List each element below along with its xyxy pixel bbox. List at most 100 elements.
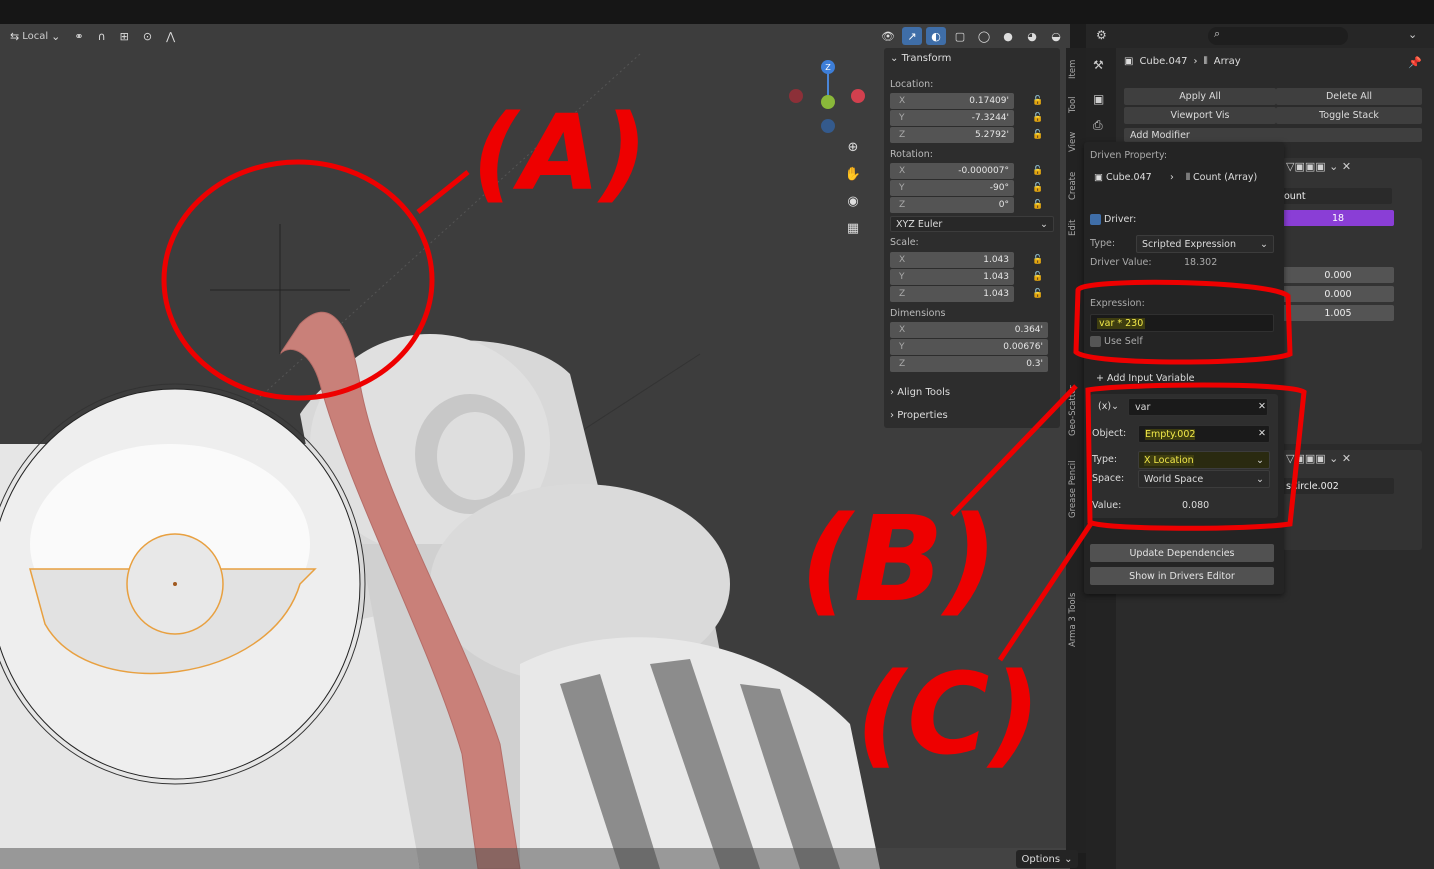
lock-icon[interactable]: 🔓 — [1032, 289, 1043, 299]
scale-z-field[interactable]: Z 1.043 — [890, 286, 1014, 302]
scale-label: Scale: — [890, 237, 919, 248]
lock-icon[interactable]: 🔓 — [1032, 130, 1043, 140]
tool-icon[interactable]: ⚒ — [1093, 58, 1104, 72]
location-y-field[interactable]: Y -7.3244' — [890, 110, 1014, 126]
rotation-mode-select[interactable]: XYZ Euler ⌄ — [890, 216, 1054, 232]
rotation-y-field[interactable]: Y -90° — [890, 180, 1014, 196]
use-self-label: Use Self — [1104, 336, 1143, 347]
tab-view[interactable]: View — [1068, 128, 1084, 156]
close-icon[interactable]: ✕ — [1258, 428, 1266, 439]
object-icon: ▣ — [1124, 56, 1134, 67]
rotation-z-field[interactable]: Z 0° — [890, 197, 1014, 213]
var-type-value: X Location — [1144, 454, 1194, 466]
rendered-shading-icon[interactable]: ◒ — [1046, 27, 1066, 45]
variable-type-dropdown[interactable]: (x)⌄ — [1098, 401, 1119, 412]
lock-icon[interactable]: 🔓 — [1032, 183, 1043, 193]
scale-x-field[interactable]: X 1.043 — [890, 252, 1014, 268]
chevron-down-icon: ⌄ — [1256, 473, 1264, 485]
count-field[interactable]: 18 — [1282, 210, 1394, 226]
perspective-grid-icon[interactable]: ▦ — [842, 217, 864, 239]
object-input[interactable]: Empty.002 — [1138, 425, 1270, 443]
add-input-variable-button[interactable]: + Add Input Variable — [1096, 373, 1194, 385]
gizmo-toggle-icon[interactable]: ↗ — [902, 27, 922, 45]
xray-toggle-icon[interactable]: ▢ — [950, 27, 970, 45]
dimension-y-field[interactable]: Y 0.00676' — [890, 339, 1048, 355]
transform-orientation-dropdown[interactable]: ⇆ Local ⌄ — [6, 27, 64, 45]
grid-snap-icon: ⊞ — [119, 29, 129, 43]
expression-input[interactable]: var * 230 — [1090, 314, 1274, 332]
close-icon[interactable]: ✕ — [1258, 401, 1266, 412]
modifier-visibility-icons[interactable]: ▽▣▣▣ ⌄ ✕ — [1286, 452, 1351, 465]
tab-item[interactable]: Item — [1068, 54, 1084, 84]
lock-icon[interactable]: 🔓 — [1032, 96, 1043, 106]
wireframe-shading-icon[interactable]: ◯ — [974, 27, 994, 45]
variable-name-input[interactable]: var — [1128, 398, 1268, 416]
lock-icon[interactable]: 🔓 — [1032, 255, 1043, 265]
orientation-label: Local — [22, 30, 49, 42]
show-in-drivers-editor-button[interactable]: Show in Drivers Editor — [1090, 567, 1274, 585]
solid-shading-icon[interactable]: ● — [998, 27, 1018, 45]
apply-all-button[interactable]: Apply All — [1124, 88, 1276, 105]
falloff-dropdown[interactable]: ⋀ — [162, 27, 179, 45]
editor-type-icon[interactable]: ⚙ — [1096, 28, 1107, 42]
properties-search[interactable]: ⌕ — [1208, 27, 1348, 45]
field-value: -0.000007° — [958, 166, 1009, 176]
snap-toggle[interactable]: ∩ — [94, 27, 110, 45]
tab-arma-3-tools[interactable]: Arma 3 Tools — [1068, 584, 1084, 656]
location-x-field[interactable]: X 0.17409' — [890, 93, 1014, 109]
chevron-down-icon[interactable]: ⌄ — [1408, 28, 1417, 41]
tab-edit[interactable]: Edit — [1068, 214, 1084, 242]
scale-y-field[interactable]: Y 1.043 — [890, 269, 1014, 285]
space-select[interactable]: World Space ⌄ — [1138, 470, 1270, 488]
viewport-vis-button[interactable]: Viewport Vis — [1124, 107, 1276, 124]
driven-object-name: Cube.047 — [1106, 172, 1152, 183]
value-readout: 0.080 — [1182, 500, 1210, 511]
rotation-x-field[interactable]: X -0.000007° — [890, 163, 1014, 179]
proportional-edit-toggle[interactable]: ⊙ — [139, 27, 156, 45]
lock-icon[interactable]: 🔓 — [1032, 200, 1043, 210]
transform-header[interactable]: ⌄ Transform — [890, 53, 951, 64]
dimensions-label: Dimensions — [890, 308, 946, 319]
object-field[interactable]: sCircle.002 — [1282, 478, 1394, 494]
tab-create[interactable]: Create — [1068, 166, 1084, 206]
pivot-dropdown[interactable]: ⚭ — [70, 27, 87, 45]
overlay-toggle-icon[interactable]: ◐ — [926, 27, 946, 45]
zoom-icon[interactable]: ⊕ — [842, 136, 864, 158]
var-type-select[interactable]: X Location ⌄ — [1138, 451, 1270, 469]
driver-type-select[interactable]: Scripted Expression ⌄ — [1136, 235, 1274, 253]
update-dependencies-button[interactable]: Update Dependencies — [1090, 544, 1274, 562]
offset-x-field[interactable]: 0.000 — [1282, 267, 1394, 283]
toggle-stack-button[interactable]: Toggle Stack — [1276, 107, 1422, 124]
tab-grease-pencil[interactable]: Grease Pencil — [1068, 454, 1084, 524]
options-dropdown[interactable]: Options ⌄ — [1016, 850, 1078, 868]
camera-icon[interactable]: ◉ — [842, 190, 864, 212]
dimension-z-field[interactable]: Z 0.3' — [890, 356, 1048, 372]
location-z-field[interactable]: Z 5.2792' — [890, 127, 1014, 143]
output-icon[interactable]: ⎙ — [1093, 118, 1103, 133]
modifier-visibility-icons[interactable]: ▽▣▣▣ ⌄ ✕ — [1286, 160, 1351, 173]
expression-label: Expression: — [1090, 298, 1145, 309]
pivot-icon: ⚭ — [74, 29, 84, 43]
add-modifier-dropdown[interactable]: Add Modifier — [1124, 128, 1422, 142]
snap-target-dropdown[interactable]: ⊞ — [116, 27, 133, 45]
lock-icon[interactable]: 🔓 — [1032, 166, 1043, 176]
properties-panel[interactable]: › Properties — [890, 410, 948, 421]
offset-y-field[interactable]: 0.000 — [1282, 286, 1394, 302]
tab-geo-scatter[interactable]: Geo-Scatter — [1068, 378, 1084, 444]
use-self-checkbox[interactable]: Use Self — [1090, 336, 1143, 347]
offset-z-field[interactable]: 1.005 — [1282, 305, 1394, 321]
delete-all-button[interactable]: Delete All — [1276, 88, 1422, 105]
material-shading-icon[interactable]: ◕ — [1022, 27, 1042, 45]
tab-tool[interactable]: Tool — [1068, 92, 1084, 118]
lock-icon[interactable]: 🔓 — [1032, 113, 1043, 123]
driver-checkbox[interactable]: Driver: — [1090, 214, 1136, 225]
lock-icon[interactable]: 🔓 — [1032, 272, 1043, 282]
render-icon[interactable]: ▣ — [1093, 92, 1104, 106]
align-tools-panel[interactable]: › Align Tools — [890, 387, 950, 398]
count-type-select[interactable]: ount — [1282, 188, 1392, 204]
visibility-icon[interactable]: 👁 — [878, 27, 898, 45]
dimension-x-field[interactable]: X 0.364' — [890, 322, 1048, 338]
pin-icon[interactable]: 📌 — [1408, 56, 1422, 69]
pan-hand-icon[interactable]: ✋ — [842, 163, 864, 185]
annotation-label-a: (A) — [472, 92, 648, 214]
